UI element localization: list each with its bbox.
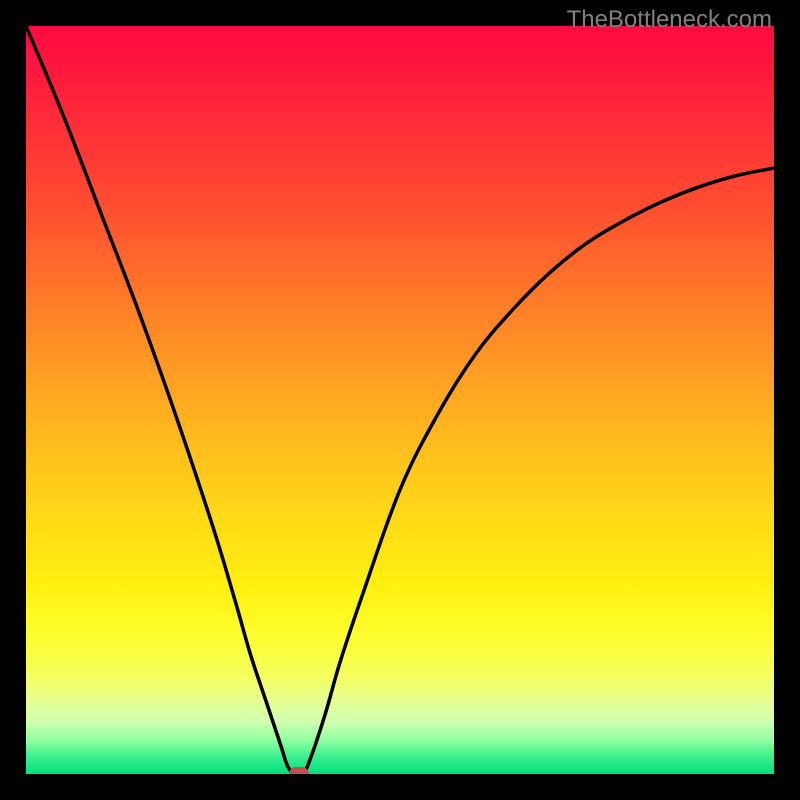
watermark-text: TheBottleneck.com: [567, 6, 772, 34]
chart-frame: [0, 0, 800, 800]
